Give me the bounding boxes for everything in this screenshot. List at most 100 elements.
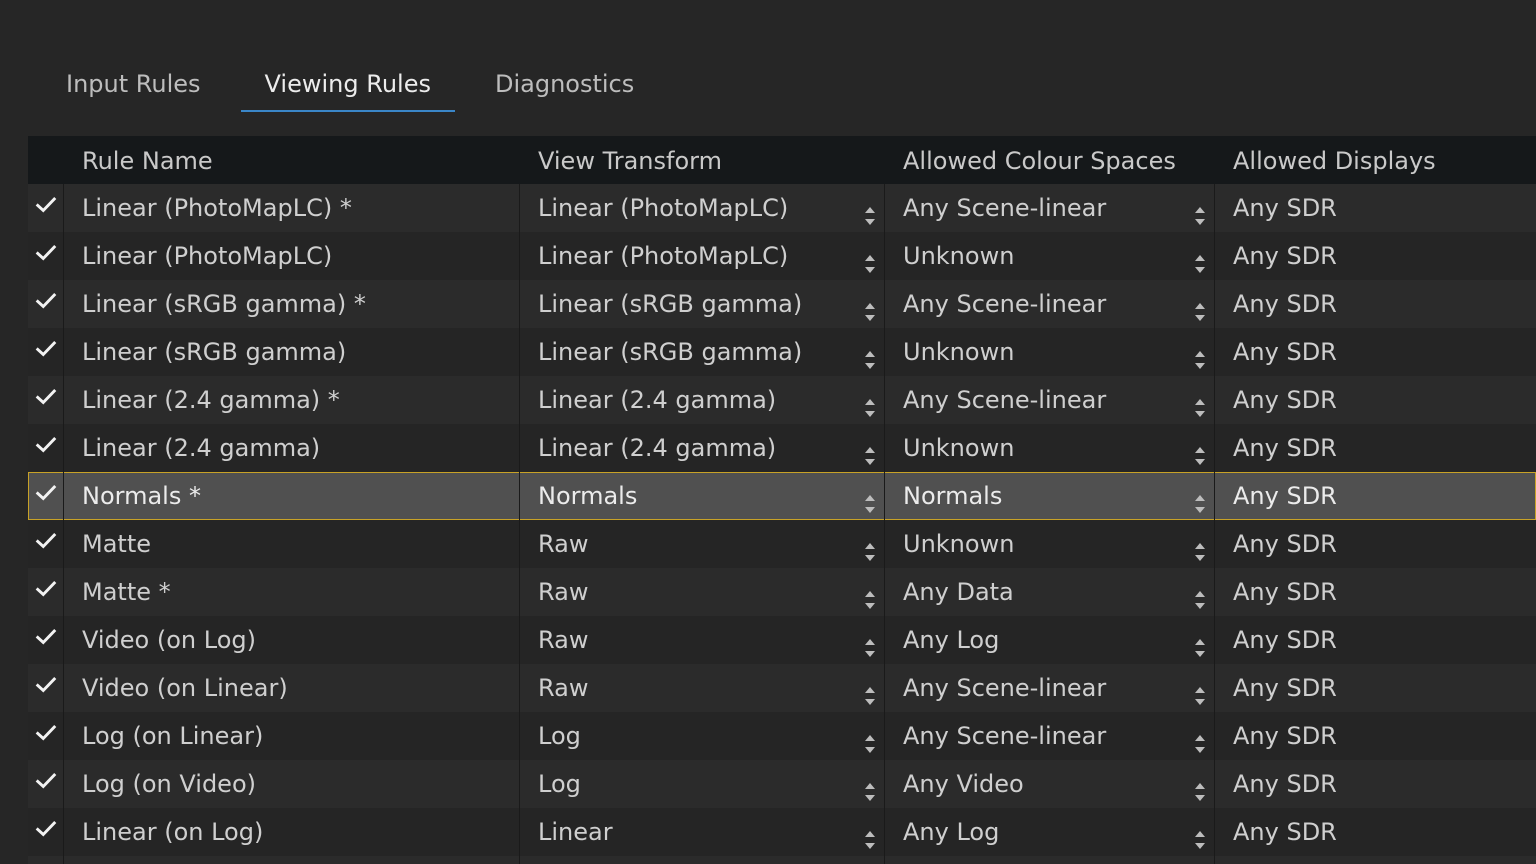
allowed-colour-spaces-select[interactable]: Any Scene-linear: [885, 280, 1215, 328]
rule-name-cell[interactable]: Normals *: [64, 472, 520, 520]
up-down-spinner-icon[interactable]: [1194, 580, 1206, 609]
allowed-displays-cell[interactable]: [1215, 856, 1536, 864]
view-transform-select[interactable]: Log: [520, 760, 885, 808]
up-down-spinner-icon[interactable]: [1194, 772, 1206, 801]
view-transform-select[interactable]: [520, 856, 885, 864]
allowed-colour-spaces-select[interactable]: Unknown: [885, 232, 1215, 280]
table-row[interactable]: Linear (on Log) Linear Any Log Any SDR: [28, 808, 1536, 856]
enabled-checkbox[interactable]: [28, 856, 64, 864]
rule-name-cell[interactable]: Log (on Linear): [64, 712, 520, 760]
up-down-spinner-icon[interactable]: [864, 484, 876, 513]
enabled-checkbox[interactable]: [28, 664, 64, 712]
tab-viewing-rules[interactable]: Viewing Rules: [240, 56, 456, 112]
column-header-allowed-colour-spaces[interactable]: Allowed Colour Spaces: [885, 136, 1215, 184]
up-down-spinner-icon[interactable]: [1194, 724, 1206, 753]
column-header-view-transform[interactable]: View Transform: [520, 136, 885, 184]
enabled-checkbox[interactable]: [28, 472, 64, 520]
up-down-spinner-icon[interactable]: [1194, 532, 1206, 561]
allowed-displays-cell[interactable]: Any SDR: [1215, 424, 1536, 472]
allowed-displays-cell[interactable]: Any SDR: [1215, 232, 1536, 280]
up-down-spinner-icon[interactable]: [864, 388, 876, 417]
allowed-colour-spaces-select[interactable]: Any Scene-linear: [885, 664, 1215, 712]
up-down-spinner-icon[interactable]: [864, 196, 876, 225]
view-transform-select[interactable]: Linear (PhotoMapLC): [520, 184, 885, 232]
table-row[interactable]: Video (on Log) Raw Any Log Any SDR: [28, 616, 1536, 664]
view-transform-select[interactable]: Linear (2.4 gamma): [520, 376, 885, 424]
rule-name-cell[interactable]: Linear (PhotoMapLC): [64, 232, 520, 280]
allowed-colour-spaces-select[interactable]: Any Log: [885, 808, 1215, 856]
up-down-spinner-icon[interactable]: [1194, 292, 1206, 321]
allowed-displays-cell[interactable]: Any SDR: [1215, 280, 1536, 328]
allowed-colour-spaces-select[interactable]: Any Data: [885, 568, 1215, 616]
rule-name-cell[interactable]: Matte: [64, 520, 520, 568]
table-row[interactable]: Log (on Video) Log Any Video Any SDR: [28, 760, 1536, 808]
view-transform-select[interactable]: Raw: [520, 616, 885, 664]
tab-diagnostics[interactable]: Diagnostics: [471, 56, 658, 110]
allowed-displays-cell[interactable]: Any SDR: [1215, 760, 1536, 808]
up-down-spinner-icon[interactable]: [864, 772, 876, 801]
table-row[interactable]: Normals * Normals Normals Any SDR: [28, 472, 1536, 520]
up-down-spinner-icon[interactable]: [864, 292, 876, 321]
view-transform-select[interactable]: Normals: [520, 472, 885, 520]
enabled-checkbox[interactable]: [28, 376, 64, 424]
allowed-displays-cell[interactable]: Any SDR: [1215, 808, 1536, 856]
enabled-checkbox[interactable]: [28, 808, 64, 856]
up-down-spinner-icon[interactable]: [864, 244, 876, 273]
allowed-displays-cell[interactable]: Any SDR: [1215, 664, 1536, 712]
allowed-displays-cell[interactable]: Any SDR: [1215, 616, 1536, 664]
enabled-checkbox[interactable]: [28, 616, 64, 664]
allowed-colour-spaces-select[interactable]: Normals: [885, 472, 1215, 520]
enabled-checkbox[interactable]: [28, 520, 64, 568]
allowed-colour-spaces-select[interactable]: Any Log: [885, 616, 1215, 664]
allowed-displays-cell[interactable]: Any SDR: [1215, 184, 1536, 232]
enabled-checkbox[interactable]: [28, 232, 64, 280]
view-transform-select[interactable]: Linear (PhotoMapLC): [520, 232, 885, 280]
up-down-spinner-icon[interactable]: [1194, 244, 1206, 273]
rule-name-cell[interactable]: [64, 856, 520, 864]
allowed-colour-spaces-select[interactable]: Unknown: [885, 328, 1215, 376]
allowed-colour-spaces-select[interactable]: [885, 856, 1215, 864]
allowed-colour-spaces-select[interactable]: Unknown: [885, 424, 1215, 472]
up-down-spinner-icon[interactable]: [1194, 676, 1206, 705]
tab-input-rules[interactable]: Input Rules: [42, 56, 225, 110]
column-header-rule-name[interactable]: Rule Name: [64, 136, 520, 184]
rule-name-cell[interactable]: Linear (sRGB gamma): [64, 328, 520, 376]
view-transform-select[interactable]: Raw: [520, 520, 885, 568]
table-row[interactable]: Linear (PhotoMapLC) Linear (PhotoMapLC) Un…: [28, 232, 1536, 280]
enabled-checkbox[interactable]: [28, 760, 64, 808]
rule-name-cell[interactable]: Linear (2.4 gamma): [64, 424, 520, 472]
rule-name-cell[interactable]: Linear (sRGB gamma) *: [64, 280, 520, 328]
rule-name-cell[interactable]: Video (on Linear): [64, 664, 520, 712]
enabled-checkbox[interactable]: [28, 568, 64, 616]
up-down-spinner-icon[interactable]: [864, 676, 876, 705]
allowed-displays-cell[interactable]: Any SDR: [1215, 472, 1536, 520]
up-down-spinner-icon[interactable]: [864, 340, 876, 369]
up-down-spinner-icon[interactable]: [864, 820, 876, 849]
allowed-displays-cell[interactable]: Any SDR: [1215, 568, 1536, 616]
up-down-spinner-icon[interactable]: [864, 628, 876, 657]
rule-name-cell[interactable]: Linear (on Log): [64, 808, 520, 856]
view-transform-select[interactable]: Linear (2.4 gamma): [520, 424, 885, 472]
view-transform-select[interactable]: Log: [520, 712, 885, 760]
rule-name-cell[interactable]: Log (on Video): [64, 760, 520, 808]
allowed-displays-cell[interactable]: Any SDR: [1215, 376, 1536, 424]
up-down-spinner-icon[interactable]: [1194, 484, 1206, 513]
enabled-checkbox[interactable]: [28, 184, 64, 232]
up-down-spinner-icon[interactable]: [1194, 196, 1206, 225]
table-row[interactable]: Linear (PhotoMapLC) * Linear (PhotoMapLC)…: [28, 184, 1536, 232]
up-down-spinner-icon[interactable]: [864, 436, 876, 465]
table-row[interactable]: Matte * Raw Any Data Any SDR: [28, 568, 1536, 616]
enabled-checkbox[interactable]: [28, 280, 64, 328]
allowed-colour-spaces-select[interactable]: Unknown: [885, 520, 1215, 568]
enabled-checkbox[interactable]: [28, 712, 64, 760]
up-down-spinner-icon[interactable]: [1194, 340, 1206, 369]
up-down-spinner-icon[interactable]: [1194, 628, 1206, 657]
view-transform-select[interactable]: Linear (sRGB gamma): [520, 280, 885, 328]
allowed-displays-cell[interactable]: Any SDR: [1215, 520, 1536, 568]
up-down-spinner-icon[interactable]: [864, 724, 876, 753]
allowed-colour-spaces-select[interactable]: Any Video: [885, 760, 1215, 808]
table-row[interactable]: Linear (2.4 gamma) * Linear (2.4 gamma) An…: [28, 376, 1536, 424]
rule-name-cell[interactable]: Video (on Log): [64, 616, 520, 664]
table-row[interactable]: [28, 856, 1536, 864]
up-down-spinner-icon[interactable]: [864, 580, 876, 609]
